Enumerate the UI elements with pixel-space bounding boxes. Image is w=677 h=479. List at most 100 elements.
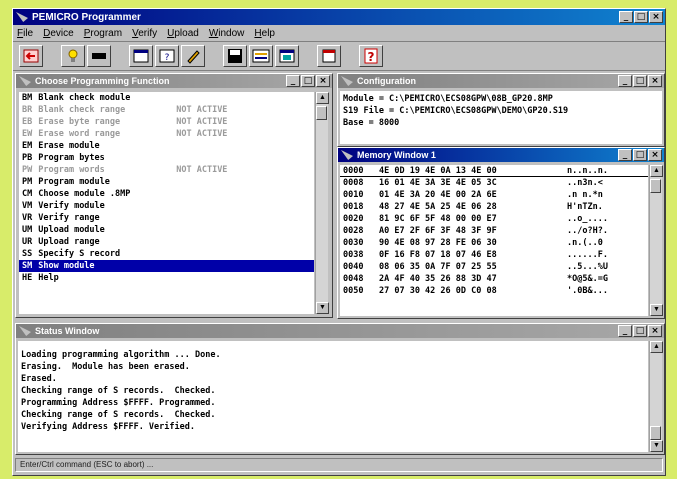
function-label: Erase word range (38, 129, 121, 139)
maximize-button[interactable]: □ (301, 75, 315, 87)
memory-ascii: n..n..n. (567, 166, 608, 176)
function-item-he[interactable]: HE Help (19, 272, 314, 284)
exit-arrow-button[interactable] (19, 45, 43, 67)
function-code: BM (22, 93, 33, 103)
function-code: EB (22, 117, 33, 127)
reload-button[interactable] (275, 45, 299, 67)
app-icon (16, 12, 28, 22)
minimize-button[interactable]: _ (618, 149, 632, 161)
exit-door-icon (322, 49, 336, 63)
function-label: Erase byte range (38, 117, 121, 127)
status-scrollbar[interactable]: ▲ ▼ (649, 341, 663, 452)
function-item-vr[interactable]: VR Verify range (19, 212, 314, 224)
memory-address: 0048 (343, 274, 364, 284)
status-log-line: Loading programming algorithm ... Done. (21, 350, 221, 360)
memory-ascii: .n.(..0 (567, 238, 603, 248)
maximize-button[interactable]: □ (633, 149, 647, 161)
close-button[interactable]: × (649, 11, 663, 23)
scroll-up-icon[interactable]: ▲ (650, 165, 663, 177)
function-item-br[interactable]: BR Blank check range NOT ACTIVE (19, 104, 314, 116)
menu-verify[interactable]: Verify (132, 28, 157, 39)
minimize-button[interactable]: _ (618, 75, 632, 87)
function-item-ss[interactable]: SS Specify S record (19, 248, 314, 260)
function-item-bm[interactable]: BM Blank check module (19, 92, 314, 104)
config-base-line: Base = 8000 (343, 118, 400, 128)
memory-scrollbar[interactable]: ▲ ▼ (649, 165, 663, 316)
function-code: HE (22, 273, 33, 283)
save-button[interactable] (223, 45, 247, 67)
functions-scrollbar[interactable]: ▲ ▼ (315, 92, 329, 314)
function-label: Upload range (38, 237, 100, 247)
status-title: Status Window (35, 326, 100, 336)
scroll-thumb[interactable] (650, 179, 661, 193)
window-icon-small (341, 150, 353, 160)
app-title-bar[interactable]: PEMICRO Programmer _ □ × (13, 9, 665, 25)
memory-ascii: '.0B&... (567, 286, 608, 296)
chip-button[interactable] (87, 45, 111, 67)
function-item-em[interactable]: EM Erase module (19, 140, 314, 152)
status-log-line: Verifying Address $FFFF. Verified. (21, 422, 195, 432)
scroll-up-icon[interactable]: ▲ (316, 92, 329, 104)
function-item-pb[interactable]: PB Program bytes (19, 152, 314, 164)
function-code: UM (22, 225, 33, 235)
maximize-button[interactable]: □ (634, 11, 648, 23)
function-code: PW (22, 165, 33, 175)
scroll-down-icon[interactable]: ▼ (316, 302, 329, 314)
close-button[interactable]: × (648, 75, 662, 87)
minimize-button[interactable]: _ (286, 75, 300, 87)
menu-window[interactable]: Window (209, 28, 245, 39)
function-item-um[interactable]: UM Upload module (19, 224, 314, 236)
function-label: Program module (38, 177, 110, 187)
maximize-button[interactable]: □ (633, 75, 647, 87)
scroll-thumb[interactable] (650, 426, 661, 440)
memory-bytes: 90 4E 08 97 28 FE 06 30 (379, 238, 497, 248)
menu-upload[interactable]: Upload (167, 28, 199, 39)
window-button[interactable] (129, 45, 153, 67)
function-item-pw[interactable]: PW Program words NOT ACTIVE (19, 164, 314, 176)
function-item-sm[interactable]: SM Show module (19, 260, 314, 272)
minimize-button[interactable]: _ (619, 11, 633, 23)
svg-text:?: ? (368, 50, 375, 64)
memory-address: 0040 (343, 262, 364, 272)
status-title-bar[interactable]: Status Window _ □ × (16, 324, 664, 338)
function-item-pm[interactable]: PM Program module (19, 176, 314, 188)
edit-button[interactable] (181, 45, 205, 67)
function-item-eb[interactable]: EB Erase byte range NOT ACTIVE (19, 116, 314, 128)
menu-file[interactable]: File (17, 28, 33, 39)
functions-title-bar[interactable]: Choose Programming Function _ □ × (16, 74, 332, 88)
function-item-ew[interactable]: EW Erase word range NOT ACTIVE (19, 128, 314, 140)
menu-help[interactable]: Help (254, 28, 275, 39)
function-item-ur[interactable]: UR Upload range (19, 236, 314, 248)
function-code: SS (22, 249, 33, 259)
help-dialog-button[interactable]: ? (155, 45, 179, 67)
memory-row: 0018 48 27 4E 5A 25 4E 06 28 H'nTZn. (340, 201, 648, 213)
config-module-line: Module = C:\PEMICRO\ECS08GPW\08B_GP20.8M… (343, 94, 553, 104)
menu-program[interactable]: Program (84, 28, 122, 39)
programmer-app-window: PEMICRO Programmer _ □ × File Device Pro… (12, 8, 666, 476)
function-status: NOT ACTIVE (176, 165, 228, 175)
function-item-vm[interactable]: VM Verify module (19, 200, 314, 212)
bulb-button[interactable] (61, 45, 85, 67)
window-icon-small (341, 76, 353, 86)
scroll-down-icon[interactable]: ▼ (650, 304, 663, 316)
memory-title-bar[interactable]: Memory Window 1 _ □ × (338, 148, 664, 162)
scroll-down-icon[interactable]: ▼ (650, 440, 663, 452)
close-button[interactable]: × (648, 149, 662, 161)
exit-door-button[interactable] (317, 45, 341, 67)
edit-icon (187, 50, 200, 64)
function-item-cm[interactable]: CM Choose module .8MP (19, 188, 314, 200)
scroll-thumb[interactable] (316, 106, 327, 120)
scroll-up-icon[interactable]: ▲ (650, 341, 663, 353)
configuration-title-bar[interactable]: Configuration _ □ × (338, 74, 664, 88)
memory-row: 0048 2A 4F 40 35 26 88 3D 47 *O@5&.=G (340, 273, 648, 285)
menu-device[interactable]: Device (43, 28, 74, 39)
help-button[interactable]: ? (359, 45, 383, 67)
close-button[interactable]: × (316, 75, 330, 87)
function-code: EM (22, 141, 33, 151)
status-window: Status Window _ □ × Loading programming … (15, 323, 665, 455)
record-button[interactable] (249, 45, 273, 67)
close-button[interactable]: × (648, 325, 662, 337)
functions-title: Choose Programming Function (35, 76, 170, 86)
maximize-button[interactable]: □ (633, 325, 647, 337)
minimize-button[interactable]: _ (618, 325, 632, 337)
